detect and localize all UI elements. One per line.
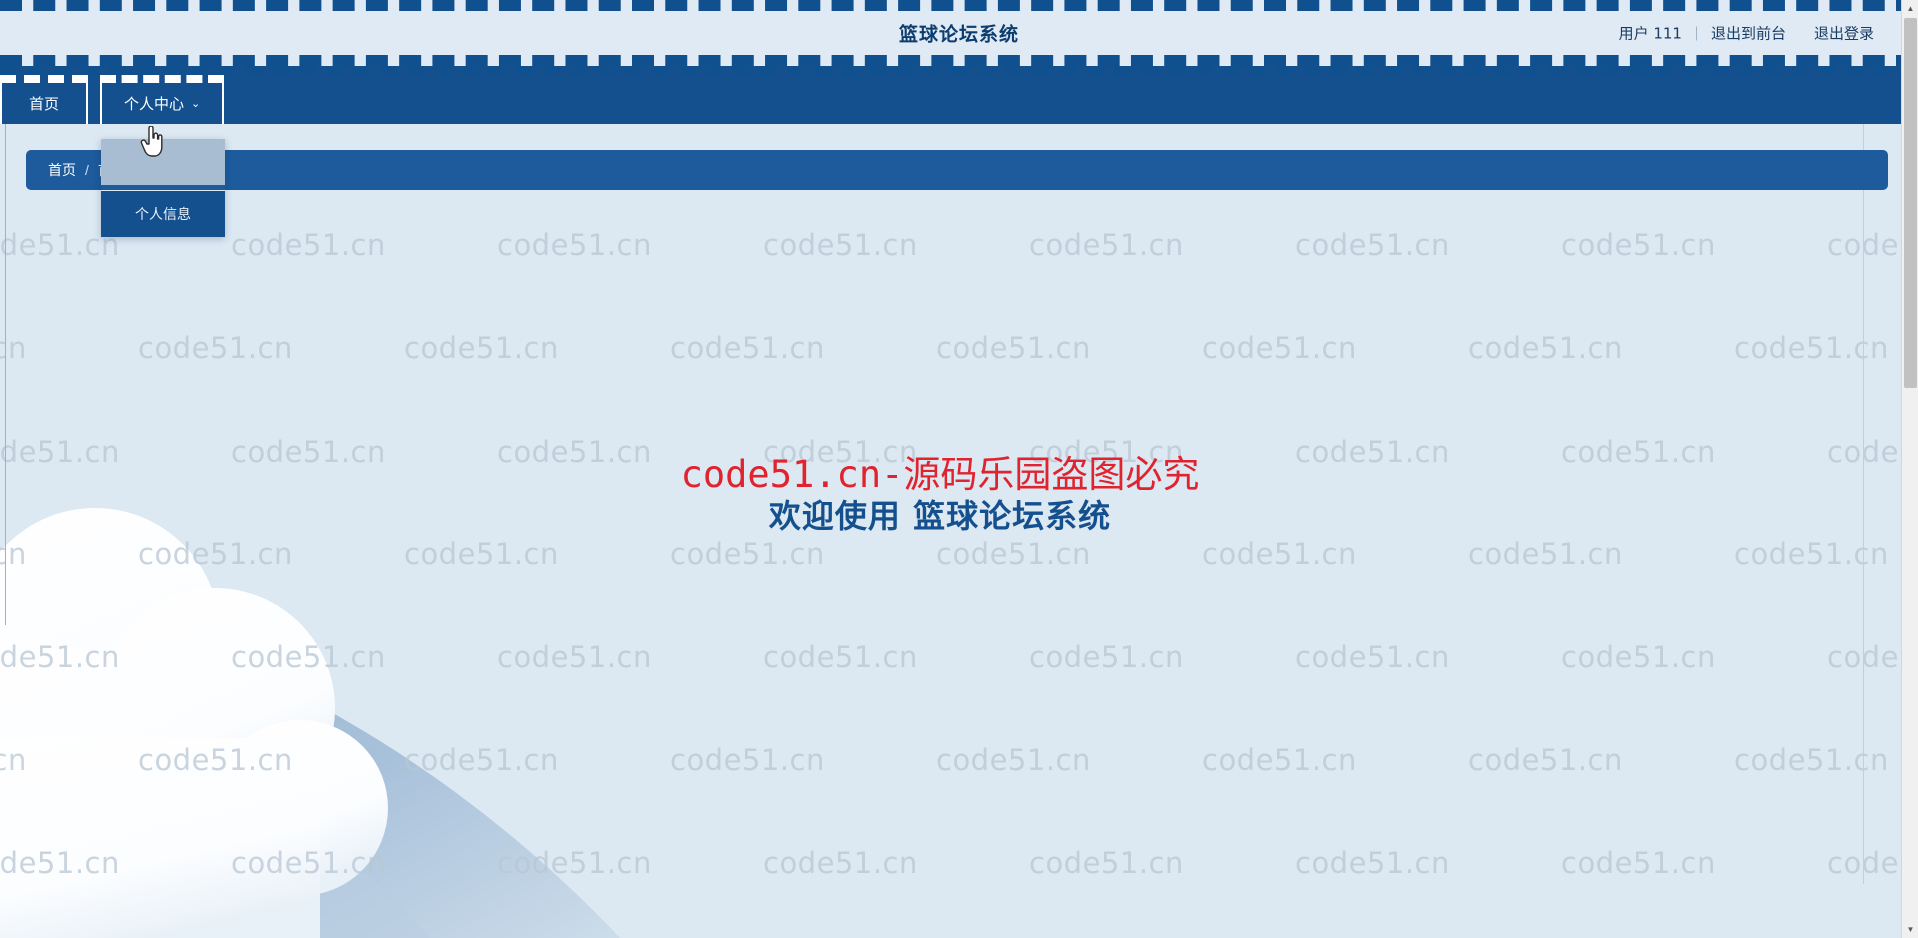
header-actions: 用户 111 退出到前台 退出登录: [1605, 23, 1888, 44]
nav-tab-personal-center[interactable]: 个人中心 ⌄: [100, 75, 225, 124]
watermark-text: code51.cn: [670, 331, 825, 365]
watermark-text: code51.cn: [1295, 846, 1450, 880]
breadcrumb-root[interactable]: 首页: [48, 160, 76, 180]
app-window: 篮球论坛系统 用户 111 退出到前台 退出登录 首页 个人中心 ⌄ 首页 / …: [0, 0, 1918, 938]
watermark-text: code51.cn: [138, 537, 293, 571]
watermark-text: code51.cn: [670, 743, 825, 777]
watermark-text: code51.cn: [497, 228, 652, 262]
breadcrumb: 首页 / 首页: [26, 150, 1888, 190]
scrollbar-thumb[interactable]: [1904, 18, 1917, 388]
watermark-text: code51.cn: [1468, 537, 1623, 571]
watermark-text: code51.cn: [0, 846, 120, 880]
watermark-notice-text: code51.cn-源码乐园盗图必究: [680, 453, 1200, 496]
watermark-text: code51.cn: [936, 537, 1091, 571]
nav-tab-home[interactable]: 首页: [0, 75, 88, 124]
exit-to-frontend-link[interactable]: 退出到前台: [1697, 23, 1800, 44]
welcome-banner: code51.cn-源码乐园盗图必究 欢迎使用 篮球论坛系统: [0, 452, 1880, 536]
watermark-row: code51.cn code51.cn code51.cn code51.cn code…: [0, 846, 1918, 880]
scroll-down-arrow-icon[interactable]: ▼: [1902, 921, 1918, 938]
watermark-text: code51.cn: [1734, 537, 1889, 571]
current-user-label: 用户 111: [1618, 24, 1682, 43]
page-title: 篮球论坛系统: [898, 23, 1020, 46]
dropdown-item-personal-info[interactable]: 个人信息: [101, 191, 225, 237]
watermark-text: code51.cn: [1468, 743, 1623, 777]
watermark-text: code51.cn: [1734, 331, 1889, 365]
logout-link[interactable]: 退出登录: [1800, 23, 1888, 44]
watermark-text: code51.cn: [1734, 743, 1889, 777]
watermark-row: code51.cn code51.cn code51.cn code51.cn code…: [0, 640, 1918, 674]
breadcrumb-separator: /: [85, 162, 89, 178]
watermark-text: code51.cn: [138, 743, 293, 777]
watermark-text: code51.cn: [936, 743, 1091, 777]
watermark-text: code51.cn: [1561, 846, 1716, 880]
cloud-decoration: [0, 508, 620, 938]
watermark-text: code51.cn: [1202, 331, 1357, 365]
personal-center-dropdown: 个人信息: [101, 139, 225, 237]
watermark-text: code51.cn: [1561, 640, 1716, 674]
watermark-row: code51.cn code51.cn code51.cn code51.cn code…: [0, 331, 1918, 365]
watermark-row: code51.cn code51.cn code51.cn code51.cn code…: [0, 537, 1918, 571]
watermark-text: code51.cn: [497, 846, 652, 880]
watermark-text: code51.cn: [404, 743, 559, 777]
watermark-text: code51.cn: [1295, 640, 1450, 674]
watermark-text: code51.cn: [1202, 743, 1357, 777]
nav-tab-personal-center-label: 个人中心: [124, 95, 185, 113]
watermark-text: code51.cn: [1202, 537, 1357, 571]
watermark-text: code51.cn: [231, 228, 386, 262]
watermark-text: code51.cn: [763, 228, 918, 262]
watermark-text: code51.cn: [404, 331, 559, 365]
watermark-text: code51.cn: [404, 537, 559, 571]
nav-tab-home-label: 首页: [28, 95, 59, 113]
vertical-scrollbar[interactable]: ▲ ▼: [1901, 0, 1918, 938]
watermark-text: code51.cn: [936, 331, 1091, 365]
watermark-row: code51.cn code51.cn code51.cn code51.cn code…: [0, 228, 1918, 262]
page-header: 篮球论坛系统 用户 111 退出到前台 退出登录: [0, 0, 1918, 66]
watermark-text: code51.cn: [1295, 228, 1450, 262]
watermark-text: code51.cn: [670, 537, 825, 571]
watermark-text: code51.cn: [0, 537, 27, 571]
watermark-row: code51.cn code51.cn code51.cn code51.cn code…: [0, 743, 1918, 777]
watermark-text: code51.cn: [1029, 640, 1184, 674]
watermark-text: code51.cn: [1561, 228, 1716, 262]
content-left-border: [5, 124, 6, 625]
watermark-text: code51.cn: [1468, 331, 1623, 365]
main-navbar: 首页 个人中心 ⌄: [0, 66, 1918, 124]
watermark-text: code51.cn: [1029, 228, 1184, 262]
dropdown-item-hovered[interactable]: [101, 139, 225, 185]
watermark-text: code51.cn: [231, 846, 386, 880]
watermark-text: code51.cn: [231, 640, 386, 674]
watermark-text: code51.cn: [138, 331, 293, 365]
watermark-text: code51.cn: [0, 743, 27, 777]
watermark-text: code51.cn: [0, 640, 120, 674]
welcome-message: 欢迎使用 篮球论坛系统: [768, 497, 1112, 536]
chevron-down-icon: ⌄: [191, 97, 201, 110]
scroll-up-arrow-icon[interactable]: ▲: [1902, 0, 1918, 17]
watermark-text: code51.cn: [497, 640, 652, 674]
watermark-text: code51.cn: [0, 331, 27, 365]
watermark-text: code51.cn: [1029, 846, 1184, 880]
watermark-text: code51.cn: [763, 640, 918, 674]
watermark-text: code51.cn: [763, 846, 918, 880]
